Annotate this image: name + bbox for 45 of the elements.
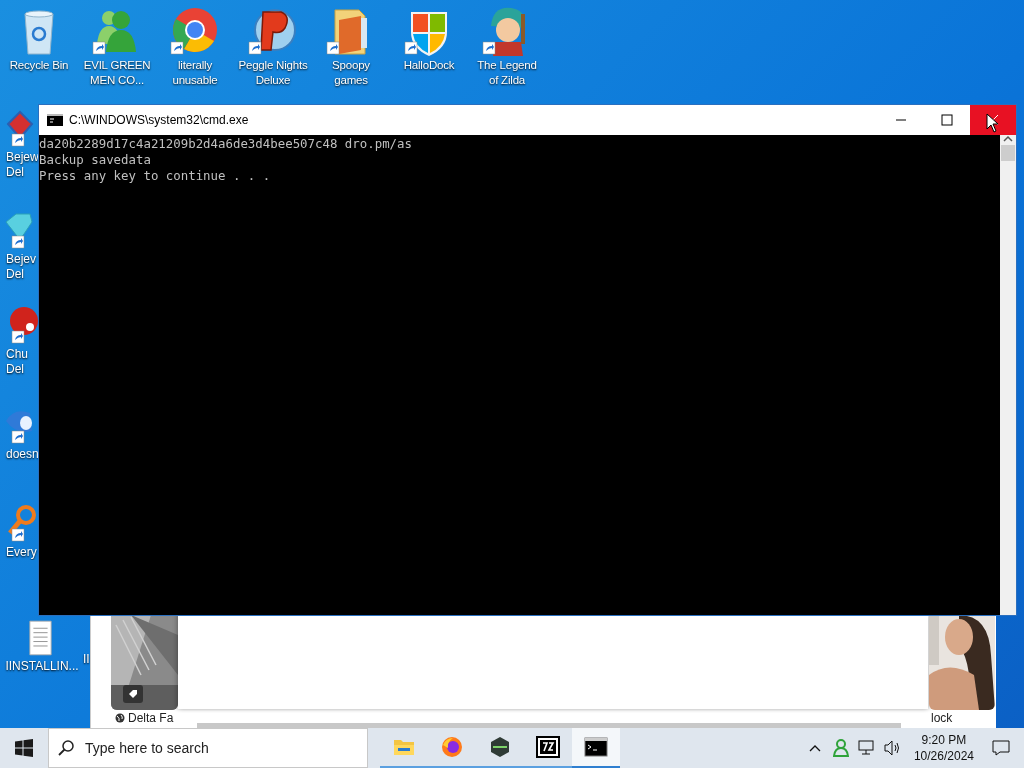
scrollbar[interactable] [1000, 135, 1016, 615]
notification-icon[interactable] [992, 740, 1010, 756]
clock[interactable]: 9:20 PM 10/26/2024 [907, 732, 980, 764]
tag-icon[interactable] [123, 685, 143, 703]
console-line: Backup savedata [39, 152, 151, 168]
icon-label: HalloDock [402, 58, 456, 73]
hexagon-icon [489, 736, 511, 758]
search-field[interactable]: Type here to search [48, 728, 368, 768]
chevron-up-icon[interactable] [1003, 135, 1013, 143]
scrollbar[interactable] [197, 723, 901, 728]
volume-icon[interactable] [883, 740, 902, 756]
close-button[interactable] [970, 105, 1016, 135]
icon-label: IINSTALLIN... [4, 659, 79, 674]
cursor-icon [986, 113, 999, 133]
console-line: da20b2289d17c4a21209b2d4a6de3d4bee507c48 dro.pm/as [39, 136, 412, 152]
icon-label: The Legend of Zilda [476, 58, 538, 88]
icon-label: Bejew Del [5, 150, 39, 180]
windows-logo-icon[interactable] [15, 739, 33, 757]
icon-label: Chu Del [5, 347, 29, 377]
globe-icon [115, 713, 125, 723]
icon-label: EVIL GREEN MEN CO... [82, 58, 152, 88]
icon-label: doesn [5, 447, 39, 462]
caption: lock [931, 711, 953, 725]
archive-icon [536, 736, 560, 758]
taskbar-app[interactable] [572, 728, 620, 768]
console-icon [47, 114, 63, 126]
icon-label: Bejev Del [5, 252, 38, 282]
firefox-icon [441, 736, 463, 758]
caption: Delta Fa [128, 711, 174, 725]
scroll-thumb[interactable] [1001, 145, 1015, 161]
console-line: Press any key to continue . . . [39, 168, 271, 184]
window-title: C:\WINDOWS\system32\cmd.exe [69, 113, 249, 127]
icon-label: Spoopy games [331, 58, 371, 88]
icon-label: Peggle Nights Deluxe [237, 58, 309, 88]
folder-icon [393, 737, 415, 757]
icon-label: literally unusable [171, 58, 219, 88]
search-icon [58, 740, 74, 756]
icon-label: II [83, 652, 90, 666]
network-icon[interactable] [857, 740, 876, 756]
chevron-up-icon[interactable] [808, 744, 821, 752]
person-icon[interactable] [832, 739, 849, 757]
icon-label: Every [5, 545, 38, 560]
maximize-icon [941, 114, 953, 126]
terminal-icon [584, 737, 608, 757]
icon-label: Recycle Bin [8, 58, 70, 73]
